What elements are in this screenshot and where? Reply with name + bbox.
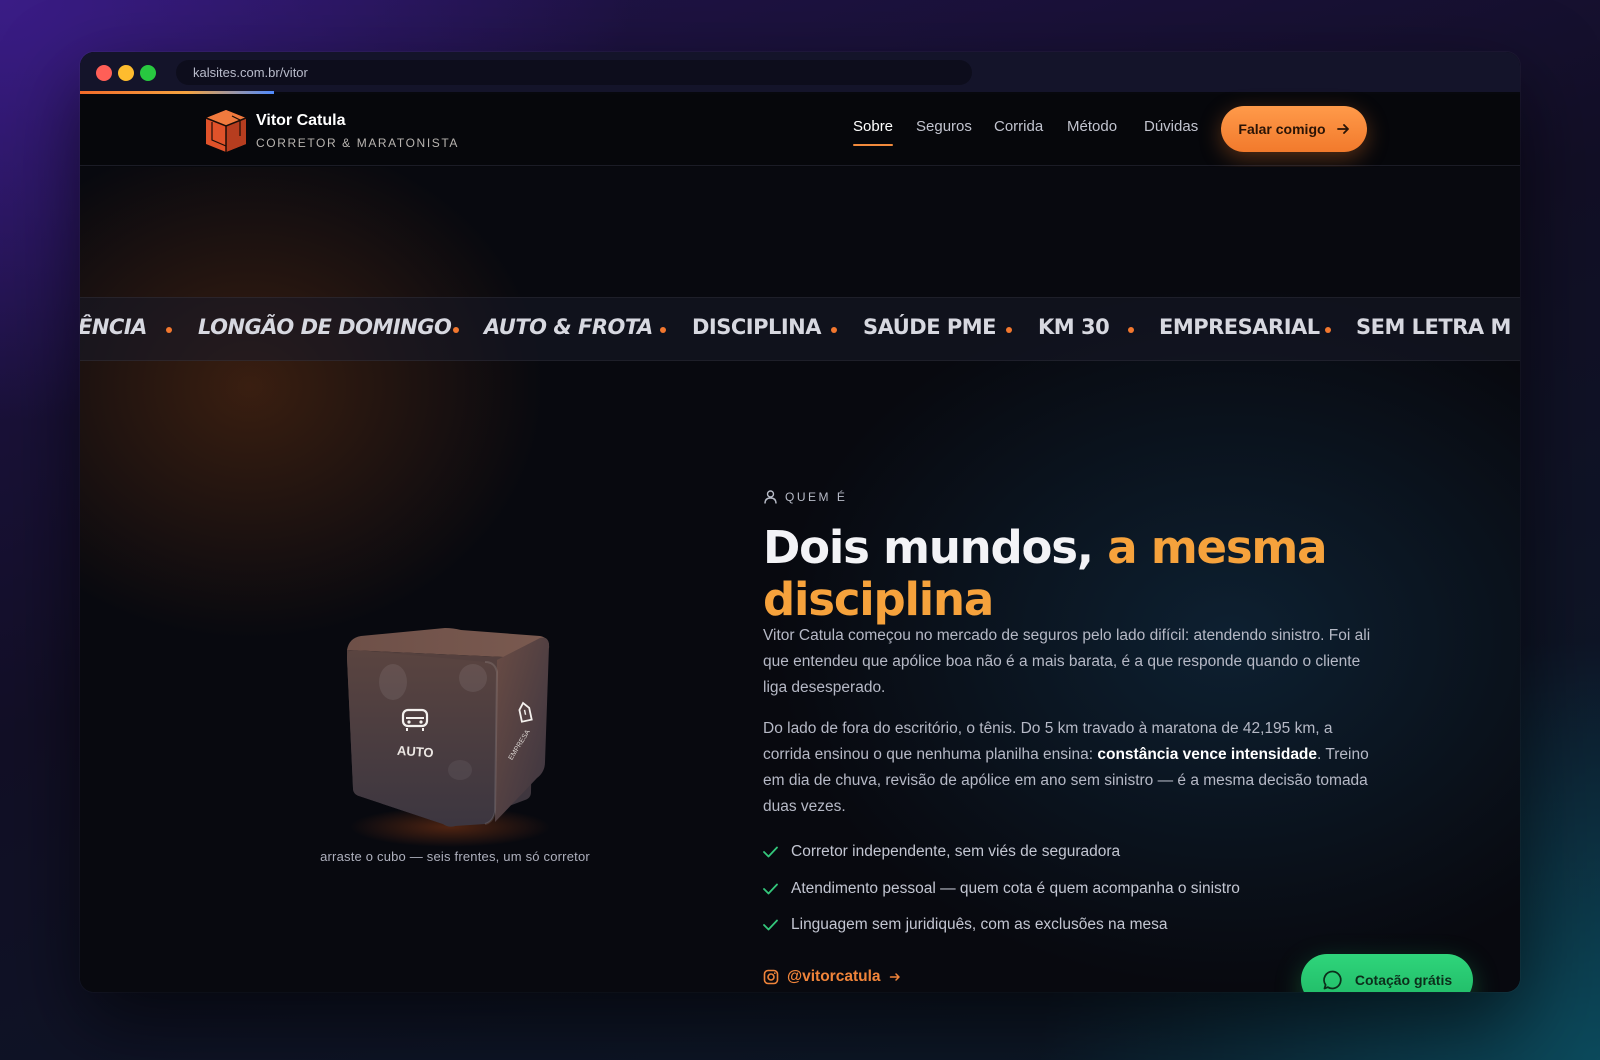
intro-paragraph: Vitor Catula começou no mercado de segur…: [763, 627, 1371, 696]
close-window-button[interactable]: [96, 65, 112, 81]
running-paragraph: Do lado de fora do escritório, o tênis. …: [763, 716, 1373, 820]
marquee-item: AUTO & FROTA: [484, 315, 653, 339]
list-item-label: Corretor independente, sem viés de segur…: [791, 843, 1121, 860]
section-title: Dois mundos, a mesma disciplina: [763, 522, 1403, 626]
nav-item-metodo[interactable]: Método: [1067, 118, 1117, 135]
section-eyebrow: QUEM É: [764, 490, 847, 504]
marquee-separator: [1006, 327, 1012, 333]
title-plain: Dois mundos,: [763, 521, 1094, 574]
browser-toolbar: kalsites.com.br/vitor: [80, 52, 1520, 92]
address-bar[interactable]: kalsites.com.br/vitor: [176, 60, 972, 85]
marquee-separator: [453, 327, 459, 333]
list-item-label: Linguagem sem juridiquês, com as exclusõ…: [791, 916, 1168, 933]
nav-item-duvidas[interactable]: Dúvidas: [1144, 118, 1198, 135]
contact-cta-label: Falar comigo: [1238, 121, 1326, 137]
check-icon: [763, 846, 778, 858]
marquee-separator: [166, 327, 172, 333]
marquee-item: ÊNCIA: [80, 315, 147, 339]
minimize-window-button[interactable]: [118, 65, 134, 81]
list-item: Atendimento pessoal — quem cota é quem a…: [763, 880, 1240, 898]
check-icon: [763, 883, 778, 895]
title-accent-line2: disciplina: [763, 573, 994, 626]
maximize-window-button[interactable]: [140, 65, 156, 81]
arrow-right-icon: [889, 973, 900, 981]
marquee-item: EMPRESARIAL: [1159, 315, 1320, 339]
cube-front-label: AUTO: [397, 743, 435, 761]
browser-window: kalsites.com.br/vitor Vitor Catula CORRE…: [80, 52, 1520, 992]
marquee-item: DISCIPLINA: [692, 315, 822, 339]
marquee-item: SAÚDE PME: [863, 315, 997, 339]
marquee-separator: [831, 327, 837, 333]
nav-item-corrida[interactable]: Corrida: [994, 118, 1043, 135]
marquee-item: LONGÃO DE DOMINGO: [198, 315, 452, 339]
user-icon: [764, 490, 777, 504]
cube-caption: arraste o cubo — seis frentes, um só cor…: [320, 849, 590, 864]
list-item-label: Atendimento pessoal — quem cota é quem a…: [791, 880, 1240, 897]
marquee-separator: [660, 327, 666, 333]
check-icon: [763, 919, 778, 931]
nav-item-seguros[interactable]: Seguros: [916, 118, 972, 135]
marquee-item: KM 30: [1038, 315, 1110, 339]
instagram-icon: [763, 969, 779, 985]
marquee-separator: [1128, 327, 1134, 333]
about-section: ÊNCIA LONGÃO DE DOMINGO AUTO & FROTA DIS…: [80, 167, 1520, 992]
interactive-cube[interactable]: AUTO EMPRESA: [335, 622, 565, 852]
whatsapp-quote-button[interactable]: Cotação grátis: [1301, 954, 1473, 992]
keyword-marquee: ÊNCIA LONGÃO DE DOMINGO AUTO & FROTA DIS…: [80, 297, 1520, 361]
arrow-right-icon: [1336, 124, 1349, 134]
marquee-item: SEM LETRA M: [1356, 315, 1511, 339]
running-text-bold: constância vence intensidade: [1097, 746, 1318, 763]
chat-bubble-icon: [1323, 970, 1342, 990]
whatsapp-label: Cotação grátis: [1354, 972, 1453, 988]
contact-cta-button[interactable]: Falar comigo: [1221, 106, 1367, 152]
nav-item-sobre[interactable]: Sobre: [853, 118, 894, 146]
list-item: Linguagem sem juridiquês, com as exclusõ…: [763, 916, 1168, 934]
eyebrow-label: QUEM É: [785, 490, 848, 504]
list-item: Corretor independente, sem viés de segur…: [763, 843, 1120, 861]
marquee-separator: [1325, 327, 1331, 333]
instagram-link[interactable]: @vitorcatula: [763, 968, 901, 986]
title-accent: a mesma: [1107, 521, 1327, 574]
site-header: Vitor Catula CORRETOR & MARATONISTA Sobr…: [80, 94, 1520, 166]
instagram-handle: @vitorcatula: [787, 968, 881, 985]
